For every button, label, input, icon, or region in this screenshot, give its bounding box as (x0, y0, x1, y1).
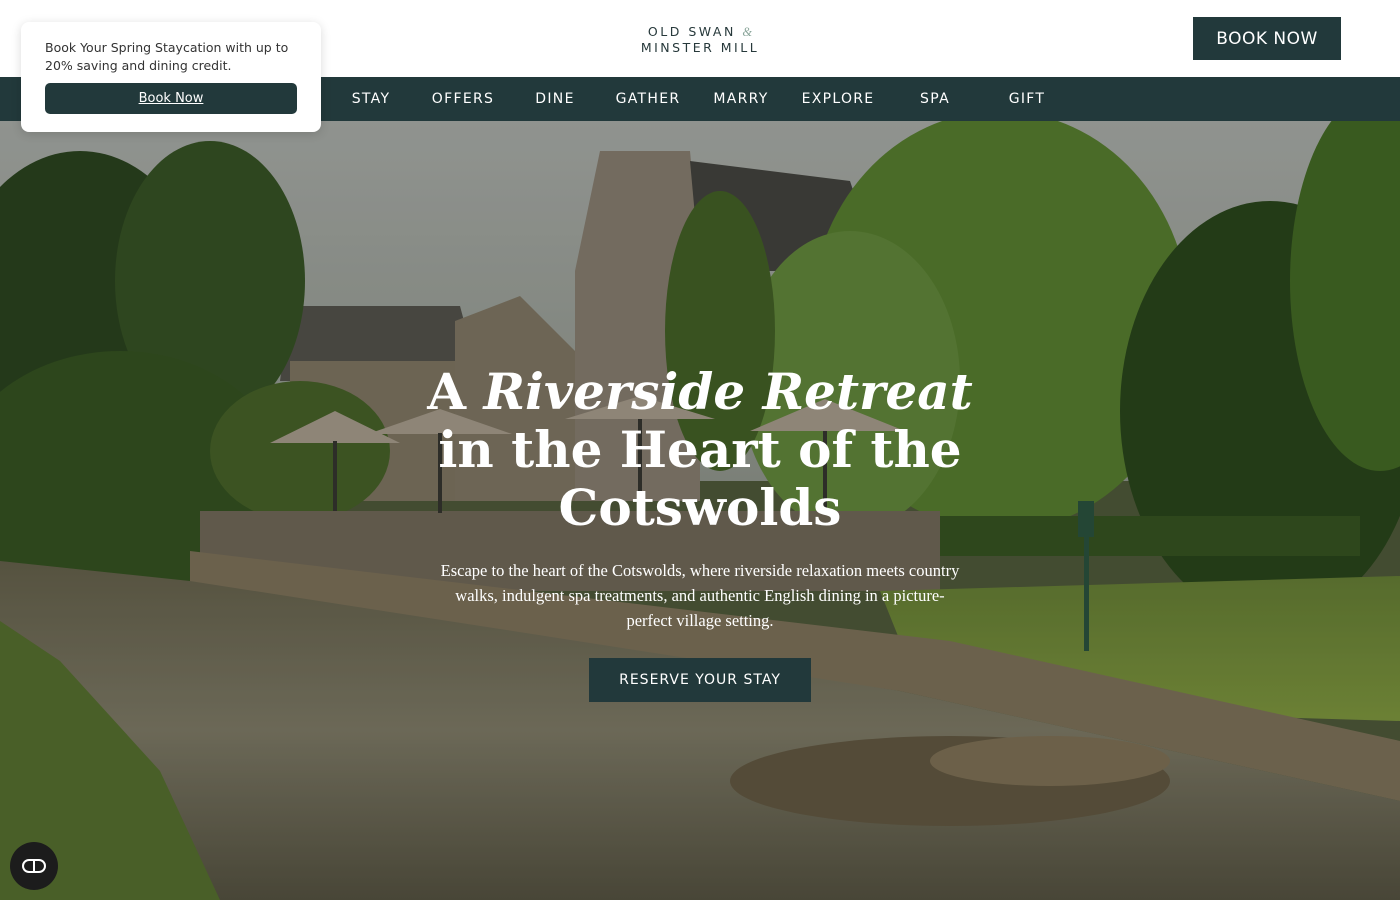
hero-title-prefix: A (427, 362, 484, 421)
accessibility-toggle-button[interactable] (10, 842, 58, 890)
hero-subtitle: Escape to the heart of the Cotswolds, wh… (440, 561, 960, 630)
nav-item-spa[interactable]: SPA (920, 77, 950, 121)
nav-item-explore[interactable]: EXPLORE (802, 77, 875, 121)
nav-item-gather[interactable]: GATHER (616, 77, 681, 121)
nav-item-dine[interactable]: DINE (535, 77, 574, 121)
promo-text: Book Your Spring Staycation with up to 2… (45, 40, 289, 73)
logo-ampersand: & (742, 25, 753, 39)
promo-popup: Book Your Spring Staycation with up to 2… (21, 22, 321, 132)
hero-title-emphasis: Riverside Retreat (483, 362, 973, 421)
nav-item-marry[interactable]: MARRY (713, 77, 768, 121)
promo-book-now-button[interactable]: Book Now (45, 83, 297, 114)
book-now-button[interactable]: BOOK NOW (1193, 17, 1341, 60)
hero-title-suffix: in the Heart of the Cotswolds (438, 420, 962, 537)
hero-section: A Riverside Retreat in the Heart of the … (0, 121, 1400, 900)
accessibility-toggle-icon (22, 859, 46, 873)
logo-line-1: OLD SWAN (647, 24, 736, 39)
nav-item-gift[interactable]: GIFT (1009, 77, 1046, 121)
nav-item-stay[interactable]: STAY (352, 77, 391, 121)
reserve-your-stay-button[interactable]: RESERVE YOUR STAY (589, 658, 811, 702)
hero-title: A Riverside Retreat in the Heart of the … (400, 363, 1000, 537)
nav-item-offers[interactable]: OFFERS (432, 77, 494, 121)
